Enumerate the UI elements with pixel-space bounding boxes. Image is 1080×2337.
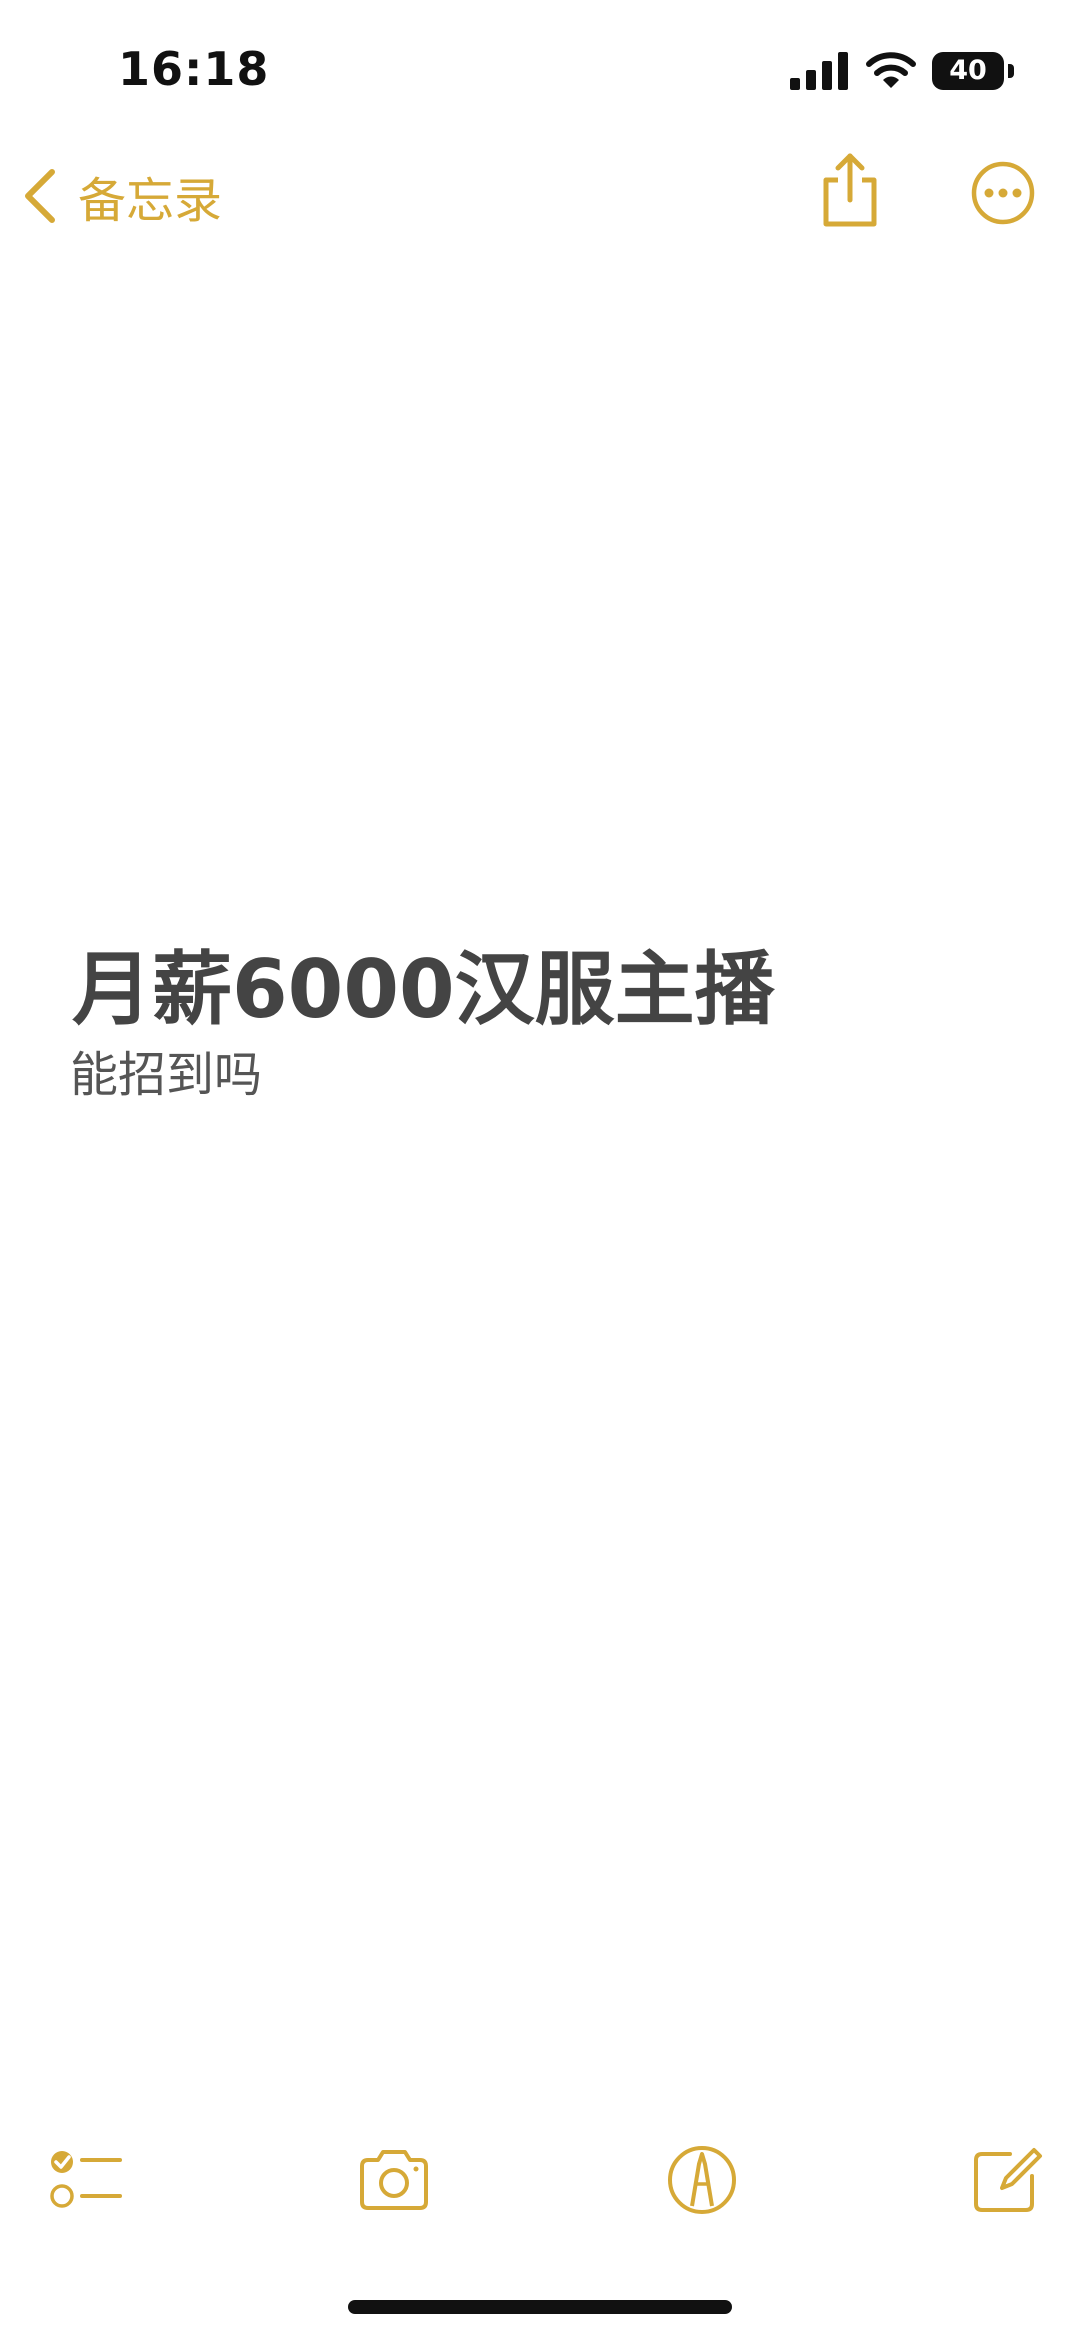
wifi-icon (866, 52, 916, 88)
home-indicator[interactable] (348, 2300, 732, 2314)
bottom-toolbar (0, 2140, 1080, 2250)
note-title[interactable]: 月薪6000汉服主播 (72, 925, 775, 1041)
back-button[interactable]: 备忘录 (20, 160, 222, 232)
status-bar: 16:18 40 (0, 0, 1080, 140)
back-label: 备忘录 (78, 173, 223, 229)
markup-icon[interactable] (662, 2140, 742, 2220)
checklist-icon[interactable] (46, 2140, 126, 2220)
status-time: 16:18 (118, 42, 270, 96)
chevron-left-icon (25, 169, 55, 223)
compose-icon[interactable] (966, 2140, 1046, 2220)
battery-icon: 40 (932, 52, 1014, 90)
signal-icon (790, 52, 848, 90)
battery-level: 40 (932, 52, 1004, 90)
battery-tip (1008, 64, 1014, 78)
nav-bar: 备忘录 (0, 140, 1080, 250)
more-icon[interactable] (970, 160, 1036, 226)
note-body[interactable]: 能招到吗 (70, 1035, 262, 1105)
camera-icon[interactable] (354, 2140, 434, 2220)
share-icon[interactable] (818, 150, 882, 230)
